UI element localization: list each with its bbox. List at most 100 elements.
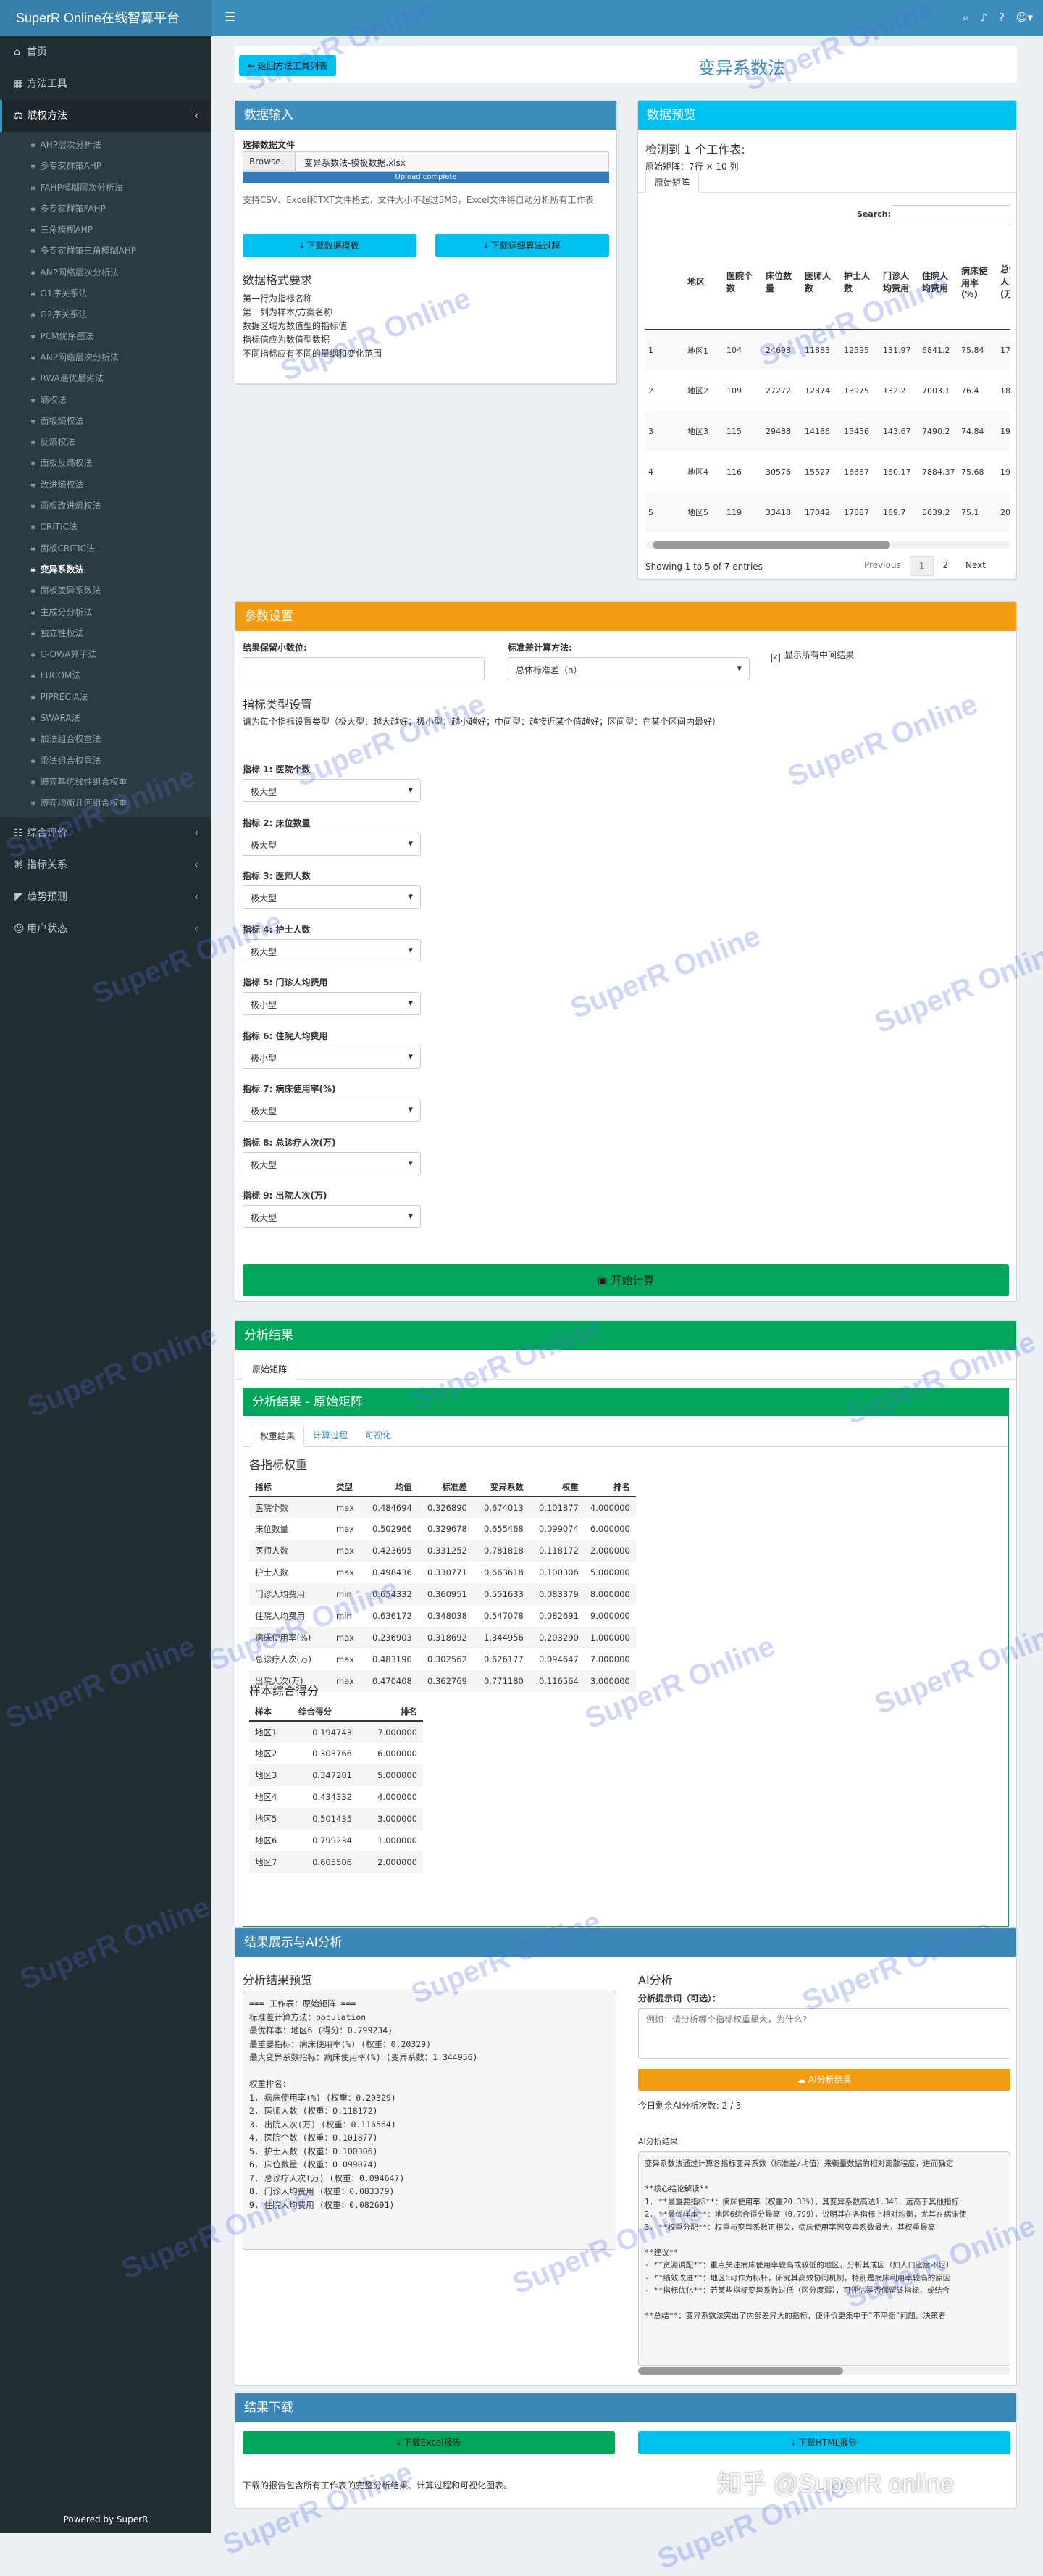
submenu-item[interactable]: 面板改进熵权法: [0, 496, 211, 517]
submenu-item[interactable]: 多专家群策FAHP: [0, 199, 211, 220]
prev-page[interactable]: Previous: [855, 556, 910, 576]
indicator-type-select[interactable]: 极小型: [243, 992, 421, 1015]
submenu-item[interactable]: 多专家群策三角模糊AHP: [0, 241, 211, 262]
table-header[interactable]: 门诊人均费用: [880, 234, 919, 330]
search-icon[interactable]: ⌕: [963, 11, 968, 24]
tab-original-matrix[interactable]: 原始矩阵: [243, 1359, 297, 1380]
analysis-tab[interactable]: 计算过程: [304, 1425, 356, 1447]
submenu-item[interactable]: 变异系数法: [0, 559, 211, 580]
submenu-item[interactable]: SWARA法: [0, 708, 211, 729]
page-1[interactable]: 1: [909, 556, 934, 576]
next-page[interactable]: Next: [957, 556, 994, 576]
indicator-type-select[interactable]: 极大型: [243, 1099, 421, 1122]
download-template-button[interactable]: ⤓ 下载数据模板: [243, 234, 416, 257]
search-input[interactable]: [892, 205, 1010, 225]
table-header[interactable]: [645, 234, 684, 330]
table-header[interactable]: 综合得分: [293, 1703, 358, 1721]
submenu-item[interactable]: CRITIC法: [0, 517, 211, 538]
user-icon[interactable]: ☺▾: [1016, 11, 1033, 24]
submenu-item[interactable]: RWA最优最劣法: [0, 368, 211, 389]
submenu-item[interactable]: 加法组合权重法: [0, 729, 211, 750]
table-header[interactable]: 病床使用率(%): [958, 234, 997, 330]
bell-icon[interactable]: ♪: [980, 11, 987, 24]
submenu-item[interactable]: PIPRECIA法: [0, 687, 211, 708]
table-header[interactable]: 指标: [249, 1478, 330, 1496]
submenu-item[interactable]: 面板CRITIC法: [0, 538, 211, 559]
submenu-item[interactable]: 面板反熵权法: [0, 453, 211, 474]
nav-trend[interactable]: ◩ 趋势预测 ‹: [0, 881, 211, 913]
submenu-item[interactable]: 主成分分析法: [0, 602, 211, 623]
std-method-select[interactable]: 总体标准差（n）: [508, 657, 750, 680]
download-excel-button[interactable]: ⤓ 下载Excel报告: [243, 2431, 615, 2454]
table-header[interactable]: 地区: [684, 234, 724, 330]
submenu-item[interactable]: 多专家群策AHP: [0, 156, 211, 177]
indicator-type-select[interactable]: 极大型: [243, 779, 421, 802]
submenu-item[interactable]: 博弈均衡几何组合权重: [0, 793, 211, 814]
nav-home[interactable]: ⌂ 首页: [0, 36, 211, 68]
submenu-item[interactable]: 面板熵权法: [0, 411, 211, 432]
table-header[interactable]: 床位数量: [763, 234, 802, 330]
download-html-button[interactable]: ⤓ 下载HTML报告: [638, 2431, 1010, 2454]
submenu-item[interactable]: 面板变异系数法: [0, 580, 211, 601]
run-button[interactable]: ▣ 开始计算: [243, 1264, 1009, 1296]
indicator-type-select[interactable]: 极大型: [243, 832, 421, 856]
table-header[interactable]: 样本: [249, 1703, 293, 1721]
ai-analyze-button[interactable]: ☁ AI分析结果: [638, 2069, 1010, 2091]
indicator-type-select[interactable]: 极大型: [243, 885, 421, 909]
submenu-item[interactable]: G2序关系法: [0, 304, 211, 325]
submenu-item[interactable]: 反熵权法: [0, 432, 211, 453]
choose-file-label: 选择数据文件: [243, 140, 296, 150]
submenu-item[interactable]: 乘法组合权重法: [0, 751, 211, 772]
show-intermediate[interactable]: ✓ 显示所有中间结果: [771, 649, 854, 662]
ai-result-scrollbar[interactable]: [638, 2367, 1010, 2375]
download-process-button[interactable]: ⤓ 下载详细算法过程: [435, 234, 609, 257]
table-header[interactable]: 医师人数: [802, 234, 841, 330]
submenu-item[interactable]: 熵权法: [0, 390, 211, 411]
table-header[interactable]: 护士人数: [841, 234, 880, 330]
indicator-type-select[interactable]: 极大型: [243, 938, 421, 962]
analysis-tab[interactable]: 权重结果: [251, 1425, 305, 1447]
indicator-type-select[interactable]: 极小型: [243, 1045, 421, 1069]
help-icon[interactable]: ?: [999, 11, 1005, 24]
table-header[interactable]: 总诊疗人次(万): [997, 234, 1010, 330]
nav-eval[interactable]: ☷ 综合评价 ‹: [0, 817, 211, 849]
tab-original-matrix[interactable]: 原始矩阵: [645, 172, 700, 193]
browse-button[interactable]: Browse...: [243, 152, 296, 171]
checkbox-icon[interactable]: ✓: [771, 654, 780, 662]
submenu-item[interactable]: 独立性权法: [0, 623, 211, 644]
indicator-type-select[interactable]: 极大型: [243, 1151, 421, 1175]
table-header[interactable]: 均值: [366, 1478, 418, 1496]
table-header[interactable]: 排名: [358, 1703, 423, 1721]
horizontal-scrollbar[interactable]: [645, 541, 1010, 549]
table-header[interactable]: 类型: [330, 1478, 366, 1496]
submenu-item[interactable]: ANP网络层次分析法: [0, 262, 211, 283]
submenu-item[interactable]: 博弈基优线性组合权重: [0, 772, 211, 793]
submenu-item[interactable]: FUCOM法: [0, 665, 211, 686]
table-header[interactable]: 住院人均费用: [919, 234, 958, 330]
submenu-item[interactable]: PCM优序图法: [0, 326, 211, 347]
app-title[interactable]: SuperR Online在线智算平台: [0, 0, 211, 36]
prompt-textarea[interactable]: [638, 2008, 1010, 2059]
nav-user[interactable]: ☺ 用户状态 ‹: [0, 913, 211, 945]
table-header[interactable]: 权重: [529, 1478, 585, 1496]
decimal-input[interactable]: [243, 657, 485, 680]
nav-relation[interactable]: ⌘ 指标关系 ‹: [0, 849, 211, 881]
submenu-item[interactable]: ANP网络层次分析法: [0, 347, 211, 368]
table-header[interactable]: 标准差: [418, 1478, 473, 1496]
menu-icon[interactable]: ☰: [225, 10, 235, 25]
table-header[interactable]: 排名: [585, 1478, 636, 1496]
indicator-type-select[interactable]: 极大型: [243, 1205, 421, 1228]
page-2[interactable]: 2: [934, 556, 957, 576]
analysis-tab[interactable]: 可视化: [356, 1425, 400, 1447]
submenu-item[interactable]: G1序关系法: [0, 283, 211, 304]
table-header[interactable]: 变异系数: [473, 1478, 529, 1496]
file-input[interactable]: Browse... 变异系数法-模板数据.xlsx: [243, 151, 609, 172]
nav-weight[interactable]: ⚖ 赋权方法 ‹: [0, 100, 211, 132]
submenu-item[interactable]: FAHP模糊层次分析法: [0, 178, 211, 199]
submenu-item[interactable]: 三角模糊AHP: [0, 220, 211, 241]
submenu-item[interactable]: AHP层次分析法: [0, 135, 211, 156]
submenu-item[interactable]: 改进熵权法: [0, 475, 211, 496]
table-header[interactable]: 医院个数: [724, 234, 763, 330]
submenu-item[interactable]: C-OWA算子法: [0, 644, 211, 665]
nav-tools[interactable]: ▦ 方法工具: [0, 68, 211, 100]
